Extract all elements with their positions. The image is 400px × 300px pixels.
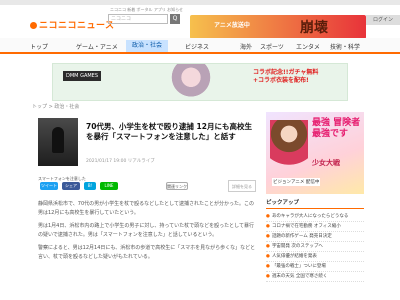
article-title: 70代男、小学生を杖で殴り逮捕 12月にも高校生を暴行「スマートフォンを注意した… bbox=[86, 122, 252, 141]
nav-entertainment[interactable]: エンタメ bbox=[296, 42, 320, 51]
sidebar-ad-caption: ビジョンアニメ 配信中 bbox=[272, 178, 321, 186]
nav-business[interactable]: ビジネス bbox=[185, 42, 209, 51]
line-share-button[interactable]: LINE bbox=[100, 182, 118, 190]
nav-overseas[interactable]: 海外 bbox=[240, 42, 252, 51]
banner-character-image bbox=[171, 64, 211, 102]
banner-promo-text: コラボ記念!!ガチャ無料 +コラボ衣装を配布! bbox=[253, 69, 319, 84]
sidebar-ad-title: 少女大戦 bbox=[312, 159, 340, 167]
tweet-button[interactable]: ツイート bbox=[40, 182, 58, 190]
share-bar: スマートフォンを注意した ツイート シェア B! LINE 関連リンク 詳細を見… bbox=[38, 174, 256, 192]
silhouette-icon bbox=[52, 127, 64, 153]
header-ad-banner[interactable]: アニメ放送中 崩壊 bbox=[190, 15, 366, 39]
pickup-item[interactable]: ● 話題の新作ゲーム 発売日決定 bbox=[266, 232, 364, 242]
nav-tech-science[interactable]: 技術・科学 bbox=[330, 42, 360, 51]
bullet-icon: ● bbox=[266, 214, 270, 219]
related-link-button[interactable]: 関連リンク bbox=[166, 182, 188, 190]
pickup-item[interactable]: ● あのキャラが大人になったらどうなる bbox=[266, 212, 364, 222]
nav-politics-society[interactable]: 政治・社会 bbox=[126, 40, 169, 52]
nav-top[interactable]: トップ bbox=[30, 42, 48, 51]
sidebar-ad[interactable]: 最強 冒険者 最強です 少女大戦 ビジョンアニメ 配信中 bbox=[266, 112, 364, 194]
banner-brand: DMM GAMES bbox=[63, 71, 102, 81]
article-paragraph: 男は1月4日、浜松市内の路上で小学生の男子に対し、持っていた杖で頭などを殴ったと… bbox=[38, 223, 254, 238]
search-button[interactable]: Q bbox=[170, 14, 180, 24]
bullet-icon: ● bbox=[266, 244, 270, 249]
article-paragraph: 警察によると、男は12月14日にも、浜松市の歩道で高校生に「スマホを見ながら歩く… bbox=[38, 245, 256, 260]
sidebar-ad-headline: 最強 冒険者 最強です bbox=[312, 118, 361, 139]
pickup-item[interactable]: ● 「最強の戦士」ついに登場 bbox=[266, 262, 364, 272]
article-thumbnail bbox=[38, 118, 78, 166]
article-paragraph: 静岡県浜松市で、70代の男が小学生を杖で殴るなどしたとして逮捕されたことが分かっ… bbox=[38, 201, 255, 216]
category-nav: トップ ゲーム・アニメ 政治・社会 ビジネス 海外 スポーツ エンタメ 技術・科… bbox=[0, 38, 400, 54]
hatena-bookmark-button[interactable]: B! bbox=[84, 182, 96, 190]
pickup-item[interactable]: ● コロナ禍で在宅勤務 オフィス縮小 bbox=[266, 222, 364, 232]
pickup-header: ピックアップ bbox=[266, 198, 364, 209]
read-more-button[interactable]: 詳細を見る bbox=[228, 180, 256, 192]
pickup-panel: ピックアップ ● あのキャラが大人になったらどうなる ● コロナ禍で在宅勤務 オフィ… bbox=[266, 198, 364, 282]
bullet-icon: ● bbox=[266, 234, 270, 239]
breadcrumb[interactable]: トップ > 政治・社会 bbox=[32, 103, 79, 110]
site-logo[interactable]: ニコニコニュース bbox=[30, 18, 115, 31]
nav-sports[interactable]: スポーツ bbox=[260, 42, 284, 51]
pickup-item[interactable]: ● 宇宙開発 次のステップへ bbox=[266, 242, 364, 252]
logo-mark-icon bbox=[30, 22, 37, 29]
bullet-icon: ● bbox=[266, 264, 270, 269]
pickup-item[interactable]: ● 週末の天気 全国で寒さ続く bbox=[266, 272, 364, 282]
site-header: ニコニコニュース ニコニコ 新着 ポータル アプリ お知らせ ニコニコ Q アニ… bbox=[0, 5, 400, 39]
article-date-source: 2021/01/17 19:00 リアルライブ bbox=[86, 159, 155, 164]
pickup-item[interactable]: ● 人気俳優が結婚を発表 bbox=[266, 252, 364, 262]
ad-character-image bbox=[270, 120, 308, 170]
login-button[interactable]: ログイン bbox=[366, 15, 400, 25]
bullet-icon: ● bbox=[266, 224, 270, 229]
bullet-icon: ● bbox=[266, 254, 270, 259]
bullet-icon: ● bbox=[266, 274, 270, 279]
header-ad-text: アニメ放送中 bbox=[214, 22, 250, 29]
nav-game-anime[interactable]: ゲーム・アニメ bbox=[76, 42, 118, 51]
header-ad-title: 崩壊 bbox=[300, 20, 328, 36]
header-links[interactable]: ニコニコ 新着 ポータル アプリ お知らせ bbox=[110, 7, 183, 13]
search-input[interactable]: ニコニコ bbox=[108, 14, 168, 24]
game-ad-banner[interactable]: DMM GAMES コラボ記念!!ガチャ無料 +コラボ衣装を配布! bbox=[52, 63, 348, 102]
facebook-share-button[interactable]: シェア bbox=[62, 182, 80, 190]
article-body: 静岡県浜松市で、70代の男が小学生を杖で殴るなどしたとして逮捕されたことが分かっ… bbox=[38, 200, 256, 266]
